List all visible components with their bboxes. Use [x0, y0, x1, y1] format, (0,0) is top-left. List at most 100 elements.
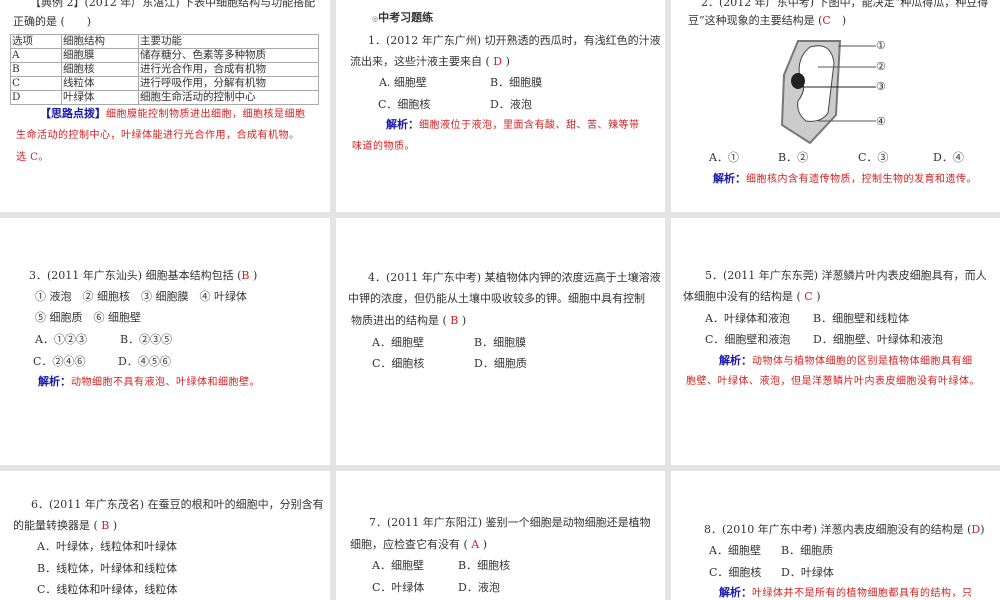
diagram-label: ④ — [876, 115, 886, 128]
option-b: B．② — [778, 151, 809, 164]
slide-8[interactable]: 7．(2011 年广东阳江) 鉴别一个细胞是动物细胞还是植物 细胞，应检查它有没… — [336, 471, 665, 600]
analysis-label: 解析： — [386, 118, 419, 131]
table-cell: 进行呼吸作用，分解有机物 — [138, 76, 319, 91]
diagram-label: ① — [876, 39, 886, 52]
option-c: C．叶绿体 — [372, 581, 425, 594]
option-b: B．细胞壁和线粒体 — [813, 312, 910, 325]
hint-text: 生命活动的控制中心，叶绿体能进行光合作用，合成有机物。 — [16, 130, 300, 141]
option-a: A．①②③ — [35, 333, 87, 346]
option-c: C．细胞核 — [709, 566, 762, 579]
table-row: C 线粒体 进行呼吸作用，分解有机物 — [10, 76, 319, 91]
option-a: A．细胞壁 — [372, 336, 424, 349]
question-text: 5．(2011 年广东东莞) 洋葱鳞片叶内表皮细胞具有，而人 — [705, 269, 987, 282]
option-a: A．① — [709, 151, 739, 164]
analysis-text: 细胞核内含有遗传物质，控制生物的发育和遗传。 — [746, 174, 977, 185]
slide-5[interactable]: 4．(2011 年广东中考) 某植物体内钾的浓度远高于土壤溶液 中钾的浓度，但仍… — [336, 218, 665, 465]
table-cell: B — [10, 62, 62, 77]
option-a: A．细胞壁 — [709, 544, 761, 557]
hint-text: 细胞膜能控制物质进出细胞，细胞核是细胞 — [106, 109, 306, 120]
table-cell: 进行光合作用，合成有机物 — [138, 62, 319, 77]
answer: C — [822, 14, 831, 27]
section-title: 中考习题练 — [378, 11, 434, 24]
question-text: 7．(2011 年广东阳江) 鉴别一个细胞是动物细胞还是植物 — [369, 516, 651, 529]
table-cell: C — [10, 76, 62, 91]
option-c: C．②④⑥ — [33, 355, 86, 368]
slide-1[interactable]: 【典例 2】(2012 年广东湛江) 下表中细胞结构与功能搭配 正确的是 ( )… — [0, 0, 330, 212]
answer: B — [241, 269, 250, 282]
table-cell: 叶绿体 — [61, 90, 139, 105]
question-text: 6．(2011 年广东茂名) 在蚕豆的根和叶的细胞中，分别含有 — [31, 498, 324, 511]
option-d: D．液泡 — [458, 581, 500, 594]
hint-label: 【思路点拨】 — [40, 107, 106, 120]
table-cell: 细胞核 — [61, 62, 139, 77]
analysis-text: 动物细胞不具有液泡、叶绿体和细胞壁。 — [71, 377, 260, 388]
option-c: C．线粒体和叶绿体，线粒体 — [37, 583, 178, 596]
question-text: 细胞，应检查它有没有 ( — [350, 538, 468, 551]
option-c: C．细胞壁和液泡 — [705, 333, 791, 346]
answer: B — [101, 519, 110, 532]
item-list: ⑤ 细胞质 ⑥ 细胞壁 — [35, 311, 141, 324]
table-cell: 储存糖分、色素等多种物质 — [138, 48, 319, 63]
analysis-label: 解析： — [719, 586, 752, 599]
table-row: B 细胞核 进行光合作用，合成有机物 — [10, 62, 319, 77]
question-text: 正确的是 ( ) — [13, 15, 92, 28]
option-a: A．细胞壁 — [372, 559, 424, 572]
question-text: 流出来，这些汁液主要来自 ( — [350, 55, 490, 68]
table-header: 细胞结构 — [61, 34, 139, 49]
analysis-label: 解析： — [38, 375, 71, 388]
analysis-text: 叶绿体并不是所有的植物细胞都具有的结构，只 — [752, 588, 973, 599]
question-text: 2．(2012 年广东中考) 下图中，能决定“种瓜得瓜，种豆得 — [701, 0, 989, 9]
table-cell: 细胞生命活动的控制中心 — [138, 90, 319, 105]
slide-9[interactable]: 8．(2010 年广东中考) 洋葱内表皮细胞没有的结构是 (D) A．细胞壁 B… — [671, 471, 1000, 600]
paren: ) — [112, 519, 118, 532]
slide-3[interactable]: 2．(2012 年广东中考) 下图中，能决定“种瓜得瓜，种豆得 豆”这种现象的主… — [671, 0, 1000, 212]
question-text: 豆”这种现象的主要结构是 ( — [688, 14, 823, 27]
answer: D — [493, 55, 503, 68]
answer: D — [971, 523, 981, 536]
option-a: A．叶绿体和液泡 — [705, 312, 790, 325]
table-cell: A — [10, 48, 62, 63]
analysis-text: 细胞液位于液泡，里面含有酸、甜、苦、辣等带 — [419, 120, 640, 131]
option-d: D．细胞壁、叶绿体和液泡 — [813, 333, 943, 346]
table-header: 主要功能 — [138, 34, 319, 49]
option-a: A. 细胞壁 — [379, 76, 427, 89]
option-d: D．④⑤⑥ — [118, 355, 171, 368]
question-text: 3．(2011 年广东汕头) 细胞基本结构包括 ( — [29, 269, 242, 282]
option-b: B．②③⑤ — [120, 333, 173, 346]
paren: ) — [252, 269, 258, 282]
paren: ) — [461, 314, 467, 327]
item-list: ① 液泡 ② 细胞核 ③ 细胞膜 ④ 叶绿体 — [35, 290, 247, 303]
question-text: 【典例 2】(2012 年广东湛江) 下表中细胞结构与功能搭配 — [30, 0, 316, 9]
paren: ) — [482, 538, 488, 551]
paren: ) — [816, 290, 821, 303]
slide-7[interactable]: 6．(2011 年广东茂名) 在蚕豆的根和叶的细胞中，分别含有 的能量转换器是 … — [0, 471, 330, 600]
question-text: 1．(2012 年广东广州) 切开熟透的西瓜时，有浅红色的汁液 — [368, 34, 661, 47]
analysis-label: 解析： — [713, 172, 746, 185]
slide-2[interactable]: ◎中考习题练 1．(2012 年广东广州) 切开熟透的西瓜时，有浅红色的汁液 流… — [336, 0, 665, 212]
option-d: D．细胞质 — [474, 357, 527, 370]
diagram-label: ② — [876, 60, 886, 73]
answer: A — [471, 538, 480, 551]
analysis-text: 动物体与植物体细胞的区别是植物体细胞具有细 — [752, 356, 973, 367]
table-cell: 线粒体 — [61, 76, 139, 91]
slide-4[interactable]: 3．(2011 年广东汕头) 细胞基本结构包括 (B ) ① 液泡 ② 细胞核 … — [0, 218, 330, 465]
analysis-text: 味道的物质。 — [352, 141, 415, 152]
question-text: 体细胞中没有的结构是 ( — [683, 290, 801, 303]
question-text: 4．(2011 年广东中考) 某植物体内钾的浓度远高于土壤溶液 — [368, 271, 661, 284]
table-row: D 叶绿体 细胞生命活动的控制中心 — [10, 90, 319, 105]
option-b: B．细胞膜 — [474, 336, 527, 349]
option-b: B．线粒体，叶绿体和线粒体 — [37, 562, 178, 575]
option-d: D．④ — [933, 151, 964, 164]
question-text: 8．(2010 年广东中考) 洋葱内表皮细胞没有的结构是 ( — [704, 523, 972, 536]
slide-6[interactable]: 5．(2011 年广东东莞) 洋葱鳞片叶内表皮细胞具有，而人 体细胞中没有的结构… — [671, 218, 1000, 465]
option-b: B．细胞核 — [458, 559, 511, 572]
paren: ) — [505, 55, 510, 68]
question-text: 中钾的浓度，但仍能从土壤中吸收较多的钾。细胞中具有控制 — [348, 292, 645, 305]
question-text: 物质进出的结构是 ( — [351, 314, 447, 327]
option-c: C．③ — [858, 151, 889, 164]
analysis-text: 胞壁、叶绿体、液泡，但是洋葱鳞片叶内表皮细胞没有叶绿体。 — [686, 376, 980, 387]
option-c: C．细胞核 — [372, 357, 425, 370]
option-b: B．细胞膜 — [490, 76, 543, 89]
answer: B — [450, 314, 459, 327]
structure-function-table: 选项 细胞结构 主要功能 A 细胞膜 储存糖分、色素等多种物质 B 细胞核 进行光合作用，合… — [10, 34, 319, 105]
